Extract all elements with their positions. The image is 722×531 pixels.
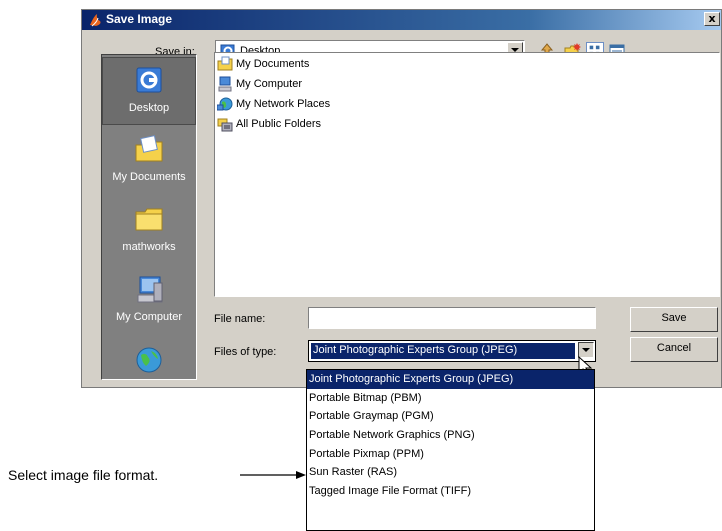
files-of-type-combo[interactable]: Joint Photographic Experts Group (JPEG) [308, 340, 596, 362]
list-item-label: My Documents [236, 58, 310, 70]
java-icon [90, 14, 101, 27]
place-label: My Documents [112, 171, 186, 183]
my-documents-icon [135, 135, 163, 162]
save-image-dialog: Save Image x Save in: Desktop Desktop My… [81, 9, 722, 388]
places-bar: Desktop My Documents mathworks My Comput… [101, 54, 197, 380]
list-item[interactable]: All Public Folders [217, 115, 321, 133]
place-mathworks[interactable]: mathworks [102, 197, 196, 265]
callout-text: Select image file format. [8, 467, 159, 483]
type-option-ppm[interactable]: Portable Pixmap (PPM) [307, 445, 594, 464]
network-icon [136, 347, 162, 373]
list-item[interactable]: My Network Places [217, 95, 330, 113]
window-title: Save Image [106, 12, 173, 26]
list-item-label: All Public Folders [236, 118, 321, 130]
folder-icon [135, 208, 163, 231]
type-option-ras[interactable]: Sun Raster (RAS) [307, 463, 594, 482]
file-type-dropdown-list[interactable]: Joint Photographic Experts Group (JPEG) … [306, 369, 595, 531]
type-option-pbm[interactable]: Portable Bitmap (PBM) [307, 389, 594, 408]
cancel-button[interactable]: Cancel [630, 337, 718, 362]
callout-arrow [240, 471, 306, 479]
title-bar[interactable]: Save Image x [82, 10, 721, 30]
files-of-type-highlight: Joint Photographic Experts Group (JPEG) [311, 343, 575, 359]
place-label: mathworks [122, 241, 176, 253]
files-of-type-value: Joint Photographic Experts Group (JPEG) [313, 344, 518, 356]
place-desktop[interactable]: Desktop [102, 57, 196, 125]
type-option-png[interactable]: Portable Network Graphics (PNG) [307, 426, 594, 445]
place-my-computer[interactable]: My Computer [102, 267, 196, 335]
close-button[interactable]: x [704, 12, 720, 26]
list-item[interactable]: My Documents [217, 55, 309, 73]
type-option-tiff[interactable]: Tagged Image File Format (TIFF) [307, 482, 594, 501]
network-places-icon [217, 97, 233, 111]
my-computer-icon [218, 76, 232, 92]
file-list[interactable]: My Documents My Computer My Network Plac… [214, 52, 720, 297]
type-option-jpeg[interactable]: Joint Photographic Experts Group (JPEG) [307, 370, 594, 389]
place-network[interactable] [102, 337, 196, 379]
list-item-label: My Computer [236, 78, 303, 90]
list-item-label: My Network Places [236, 98, 331, 110]
desktop-icon [136, 67, 162, 93]
my-documents-icon [217, 56, 233, 71]
place-label: Desktop [128, 102, 170, 114]
place-label: My Computer [115, 311, 183, 323]
list-item[interactable]: My Computer [217, 75, 302, 93]
public-folders-icon [217, 118, 233, 132]
save-button[interactable]: Save [630, 307, 718, 332]
my-computer-icon [137, 276, 163, 303]
type-option-pgm[interactable]: Portable Graymap (PGM) [307, 407, 594, 426]
files-of-type-label: Files of type: [214, 346, 277, 358]
file-name-input[interactable] [308, 307, 596, 329]
place-my-documents[interactable]: My Documents [102, 127, 196, 195]
file-name-label: File name: [214, 313, 266, 325]
